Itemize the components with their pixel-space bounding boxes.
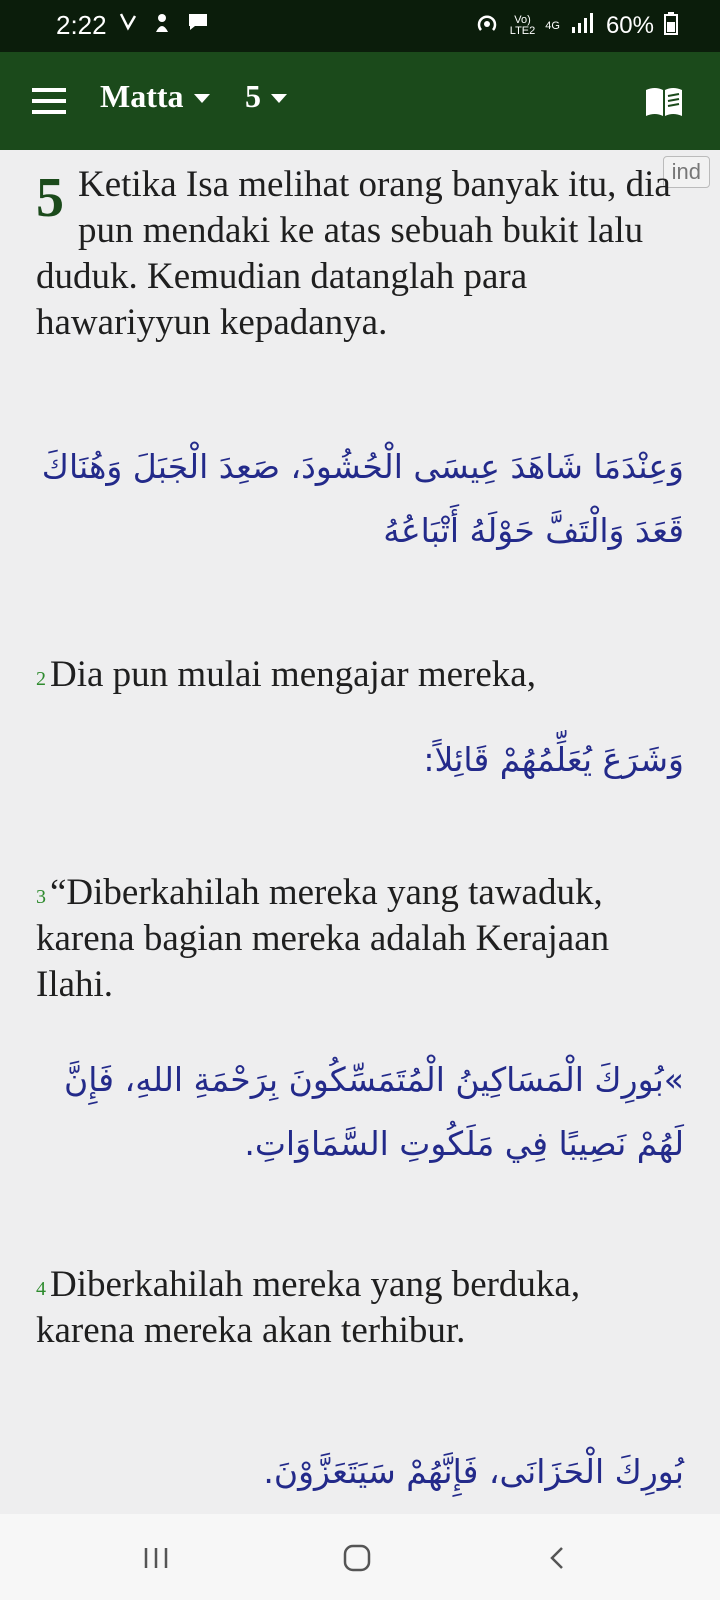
verse-latin-text: 4 Diberkahilah mereka yang berduka, karen…	[36, 1262, 676, 1354]
chapter-dropdown-caret-icon	[271, 94, 287, 103]
verse-1-arabic: وَعِنْدَمَا شَاهَدَ عِيسَى الْحُشُودَ، ص…	[41, 447, 684, 550]
bible-text-content[interactable]: ind 5 Ketika Isa melihat orang banyak it…	[0, 150, 720, 1514]
verse-3: 3 “Diberkahilah mereka yang tawaduk, kare…	[36, 870, 676, 1008]
app-bar: Matta 5	[0, 52, 720, 150]
chapter-number: 5	[36, 167, 64, 229]
verse-4-arabic: بُورِكَ الْحَزَانَى، فَإِنَّهُمْ سَيَتَع…	[263, 1452, 684, 1491]
hotspot-icon	[474, 10, 500, 42]
open-book-icon[interactable]	[644, 86, 684, 118]
verse-latin-text: 5 Ketika Isa melihat orang banyak itu, d…	[36, 162, 676, 346]
verse-1: 5 Ketika Isa melihat orang banyak itu, d…	[36, 162, 676, 346]
verse-4: 4 Diberkahilah mereka yang berduka, karen…	[36, 1262, 676, 1354]
verse-2-arabic: وَشَرَعَ يُعَلِّمُهُمْ قَائِلاً:	[423, 740, 684, 779]
hamburger-menu-icon[interactable]	[32, 88, 66, 114]
verse-latin-text: 3 “Diberkahilah mereka yang tawaduk, kare…	[36, 870, 676, 1008]
missed-call-icon	[118, 10, 138, 40]
signal-icon	[570, 11, 596, 41]
verse-latin-text: 2 Dia pun mulai mengajar mereka,	[36, 652, 676, 698]
chapter-selector[interactable]: 5	[245, 78, 287, 115]
recent-apps-icon[interactable]	[134, 1536, 178, 1580]
back-icon[interactable]	[536, 1536, 580, 1580]
verse-number: 3	[36, 886, 46, 908]
verse-3-arabic: »بُورِكَ الْمَسَاكِينُ الْمُتَمَسِّكُونَ…	[64, 1060, 684, 1163]
battery-icon	[664, 11, 678, 41]
verse-text: “Diberkahilah mereka yang tawaduk, karen…	[36, 872, 610, 1005]
book-selector[interactable]: Matta	[100, 78, 210, 115]
system-nav-bar	[0, 1514, 720, 1600]
battery-percent: 60%	[605, 12, 654, 39]
volte-label: Vo) LTE2	[509, 14, 536, 37]
verse-2: 2 Dia pun mulai mengajar mereka,	[36, 652, 676, 698]
book-title: Matta	[100, 78, 184, 114]
verse-number: 4	[36, 1278, 46, 1300]
message-icon	[186, 10, 210, 40]
verse-text: Diberkahilah mereka yang berduka, karena…	[36, 1264, 581, 1351]
notification-icons	[118, 10, 210, 40]
home-icon[interactable]	[335, 1536, 379, 1580]
book-dropdown-caret-icon	[193, 94, 210, 103]
verse-text: Dia pun mulai mengajar mereka,	[50, 654, 536, 695]
status-bar: 2:22 Vo) LTE2 4G 60%	[0, 0, 720, 52]
network-type: 4G	[545, 19, 560, 32]
verse-number: 2	[36, 668, 46, 690]
chapter-title: 5	[245, 78, 261, 114]
status-right: Vo) LTE2 4G 60%	[474, 10, 678, 42]
app-notification-icon	[152, 10, 172, 40]
verse-text: Ketika Isa melihat orang banyak itu, dia…	[36, 164, 671, 343]
status-time: 2:22	[56, 10, 107, 40]
